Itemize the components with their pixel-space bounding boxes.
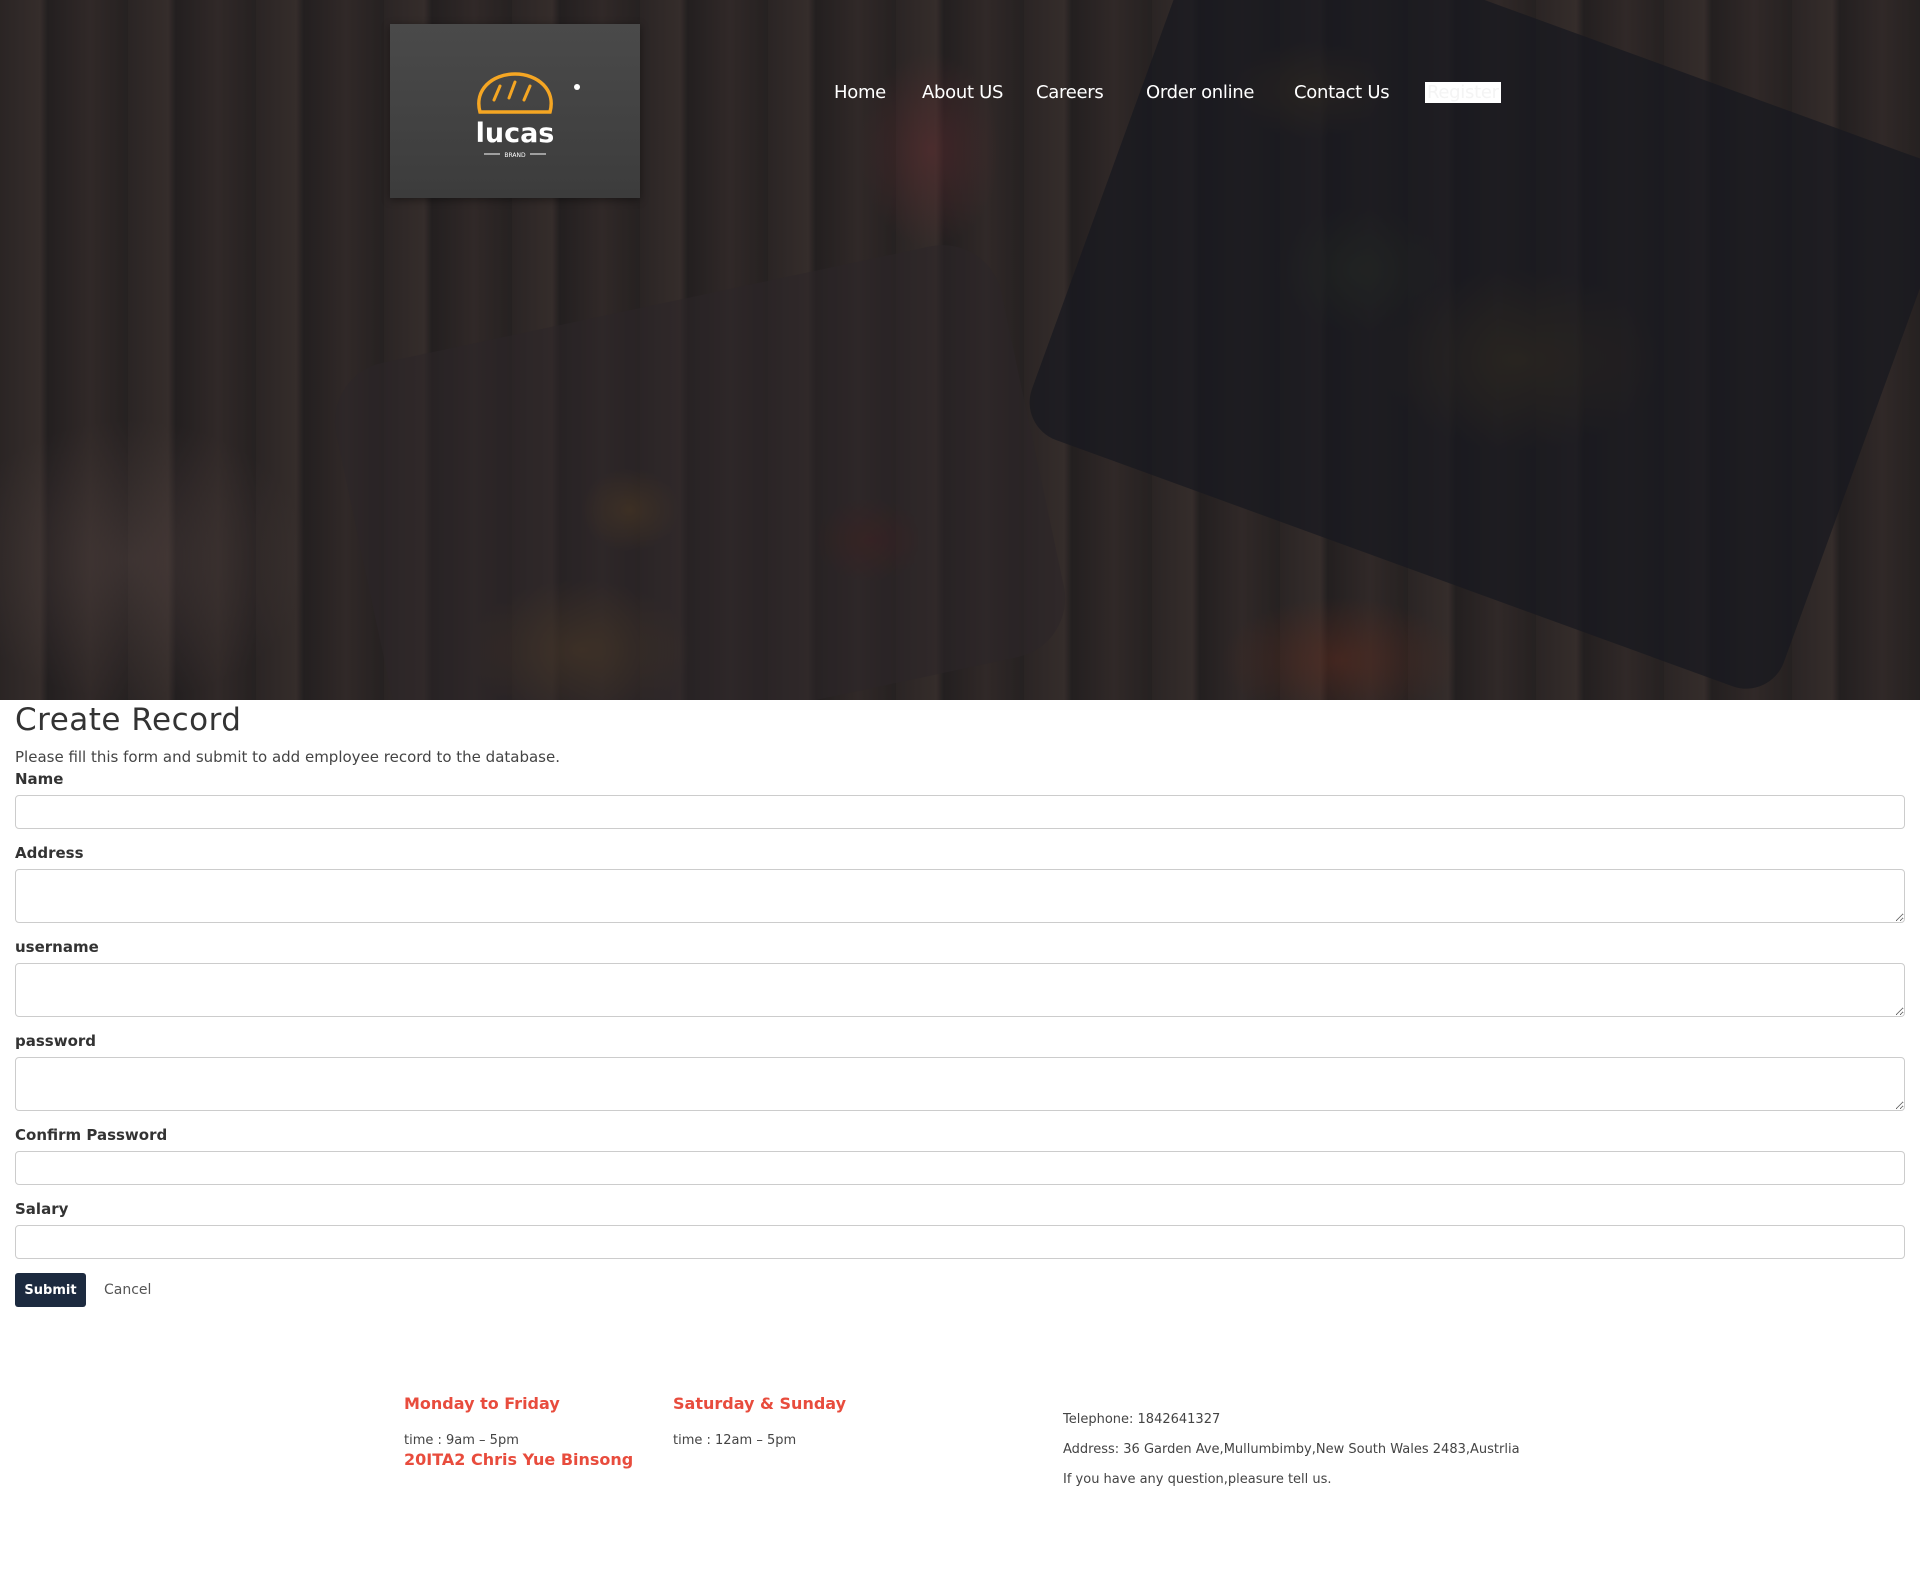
weekday-time: time : 9am – 5pm [404,1433,519,1448]
submit-button[interactable]: Submit [15,1273,86,1307]
hero-overlay [0,0,1920,700]
form-description: Please fill this form and submit to add … [15,748,560,766]
password-textarea[interactable] [15,1057,1905,1111]
create-record-form: Create Record Please fill this form and … [15,700,1905,1307]
address-group: Address [15,844,1905,923]
hero-banner: lucas BRAND Home About US Careers Order … [0,0,1920,700]
question-note: If you have any question,pleasure tell u… [1063,1472,1332,1487]
confirm-password-label: Confirm Password [15,1126,168,1144]
cancel-link[interactable]: Cancel [104,1282,151,1298]
confirm-password-input[interactable] [15,1151,1905,1185]
footer: Monday to Friday time : 9am – 5pm 20ITA2… [0,1380,1920,1510]
address-textarea[interactable] [15,869,1905,923]
salary-input[interactable] [15,1225,1905,1259]
nav-home[interactable]: Home [834,82,886,103]
nav-about-us[interactable]: About US [922,82,1003,103]
form-actions: Submit Cancel [15,1273,1905,1307]
confirm-password-group: Confirm Password [15,1126,1905,1185]
weekend-time: time : 12am – 5pm [673,1433,797,1448]
username-label: username [15,938,99,956]
nav-careers[interactable]: Careers [1036,82,1104,103]
bread-logo-icon: lucas BRAND [476,72,555,159]
logo-dot [574,84,580,90]
salary-group: Salary [15,1200,1905,1259]
logo-subtext: BRAND [504,152,526,159]
author-credit: 20ITA2 Chris Yue Binsong [404,1450,634,1469]
weekday-hours: Monday to Friday time : 9am – 5pm 20ITA2… [404,1394,633,1469]
telephone-text: Telephone: 1842641327 [1063,1412,1221,1427]
contact-info: Telephone: 1842641327 Address: 36 Garden… [1063,1412,1520,1487]
logo-text: lucas [476,118,555,149]
nav-register[interactable]: Register [1425,82,1501,103]
weekend-heading: Saturday & Sunday [673,1394,847,1413]
name-input[interactable] [15,795,1905,829]
nav-order-online[interactable]: Order online [1146,82,1254,103]
weekday-heading: Monday to Friday [404,1394,560,1413]
name-group: Name [15,770,1905,829]
password-group: password [15,1032,1905,1111]
name-label: Name [15,770,64,788]
username-textarea[interactable] [15,963,1905,1017]
address-label: Address [15,844,84,862]
weekend-hours: Saturday & Sunday time : 12am – 5pm [673,1394,846,1448]
logo-box[interactable]: lucas BRAND [390,24,640,198]
address-text: Address: 36 Garden Ave,Mullumbimby,New S… [1063,1442,1520,1457]
password-label: password [15,1032,97,1050]
salary-label: Salary [15,1200,69,1218]
page-title: Create Record [15,702,242,738]
username-group: username [15,938,1905,1017]
nav-contact-us[interactable]: Contact Us [1294,82,1390,103]
